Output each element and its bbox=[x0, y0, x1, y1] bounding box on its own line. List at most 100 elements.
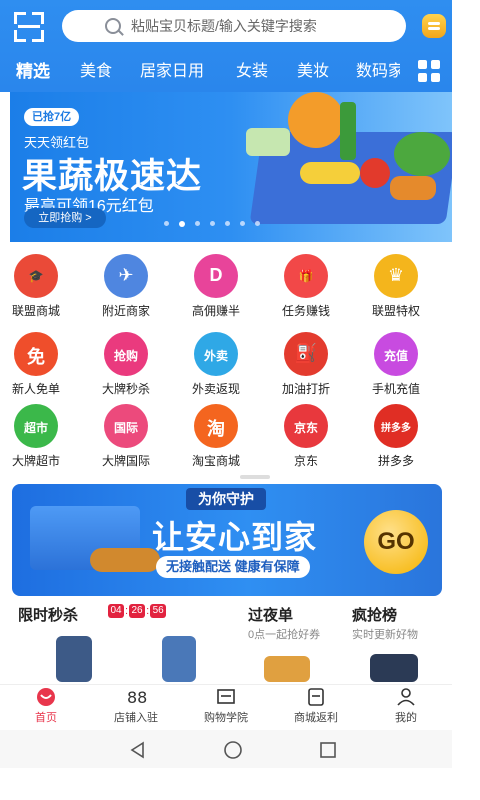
carousel-dot[interactable] bbox=[240, 221, 245, 226]
shop-icon: 88 bbox=[125, 687, 147, 707]
category-glyph: D bbox=[209, 265, 223, 285]
rank-title[interactable]: 疯抢榜 bbox=[352, 604, 397, 625]
phone-topup-icon: 充值 bbox=[374, 332, 418, 376]
banner-cta-button[interactable]: 立即抢购 > bbox=[24, 208, 106, 228]
search-input[interactable] bbox=[129, 17, 363, 35]
header: 精选 美食 居家日用 女装 美妆 数码家 bbox=[0, 0, 452, 92]
category-glyph: 🎓 bbox=[28, 269, 44, 283]
category-tabs: 精选 美食 居家日用 女装 美妆 数码家 bbox=[0, 58, 452, 88]
bottle-image bbox=[340, 102, 356, 160]
category-glyph: ✈ bbox=[118, 265, 134, 285]
category-plane[interactable]: ✈ 附近商家 bbox=[86, 254, 166, 319]
carousel-dot-active[interactable] bbox=[179, 221, 185, 227]
home-circle-icon[interactable] bbox=[222, 740, 244, 760]
timer-hours: 04 bbox=[108, 604, 124, 618]
rebate-icon bbox=[305, 687, 327, 707]
carousel-dot[interactable] bbox=[164, 221, 169, 226]
food-image bbox=[90, 548, 160, 572]
category-label: 高佣赚半 bbox=[191, 304, 240, 318]
promo-top-label: 为你守护 bbox=[186, 488, 266, 510]
tomato-image bbox=[360, 158, 390, 188]
category-gift[interactable]: 🎁 任务赚钱 bbox=[266, 254, 346, 319]
nav-home[interactable]: 首页 bbox=[6, 687, 86, 725]
timer-seconds: 56 bbox=[150, 604, 167, 618]
vegetable-image bbox=[246, 128, 290, 156]
category-label: 外卖返现 bbox=[191, 382, 240, 396]
category-glyph: 充值 bbox=[383, 349, 408, 363]
tab-home-goods[interactable]: 居家日用 bbox=[140, 58, 204, 86]
category-fuel-pump[interactable]: ⛽ 加油打折 bbox=[266, 332, 346, 397]
category-taobao[interactable]: 淘淘宝商城 bbox=[176, 404, 256, 469]
category-d-coin[interactable]: D 高佣赚半 bbox=[176, 254, 256, 319]
category-sale-tag[interactable]: 抢购 大牌秒杀 bbox=[86, 332, 166, 397]
hero-banner[interactable]: 已抢7亿 天天领红包 果蔬极速达 最高可领16元红包 立即抢购 > bbox=[10, 92, 452, 242]
search-bar[interactable] bbox=[62, 10, 406, 42]
category-phone-topup[interactable]: 充值 手机充值 bbox=[356, 332, 436, 397]
tab-featured[interactable]: 精选 bbox=[16, 58, 50, 86]
category-glyph: 淘 bbox=[207, 419, 225, 439]
graduation-cap-icon: 🎓 bbox=[14, 254, 58, 298]
overnight-title[interactable]: 过夜单 bbox=[248, 604, 293, 625]
all-categories-icon[interactable] bbox=[418, 60, 440, 82]
nav-profile[interactable]: 我的 bbox=[366, 687, 446, 725]
category-supermarket[interactable]: 超市 大牌超市 bbox=[0, 404, 76, 469]
category-crown[interactable]: ♛ 联盟特权 bbox=[356, 254, 436, 319]
nav-rebate[interactable]: 商城返利 bbox=[276, 687, 356, 725]
rank-subtitle: 实时更新好物 bbox=[352, 629, 418, 641]
right-gutter bbox=[452, 0, 480, 800]
category-label: 联盟商城 bbox=[11, 304, 60, 318]
category-pinduoduo[interactable]: 拼多多 拼多多 bbox=[356, 404, 436, 469]
promo-go-button[interactable]: GO bbox=[364, 510, 428, 574]
carousel-dot[interactable] bbox=[195, 221, 200, 226]
product-image[interactable] bbox=[370, 654, 418, 682]
flash-sale-title[interactable]: 限时秒杀 bbox=[18, 604, 78, 625]
carousel-dot[interactable] bbox=[255, 221, 260, 226]
category-graduation-cap[interactable]: 🎓 联盟商城 bbox=[0, 254, 76, 319]
svg-text:88: 88 bbox=[127, 688, 147, 707]
category-international[interactable]: 国际 大牌国际 bbox=[86, 404, 166, 469]
message-icon[interactable] bbox=[422, 14, 446, 38]
profile-icon bbox=[395, 687, 417, 707]
product-image[interactable] bbox=[162, 636, 196, 682]
school-icon bbox=[215, 687, 237, 707]
category-glyph: 抢购 bbox=[113, 349, 138, 363]
countdown-timer: 04: 26: 56 bbox=[108, 604, 167, 618]
tab-womens[interactable]: 女装 bbox=[236, 58, 268, 86]
category-label: 加油打折 bbox=[281, 382, 330, 396]
category-takeaway[interactable]: 外卖 外卖返现 bbox=[176, 332, 256, 397]
taobao-icon: 淘 bbox=[194, 404, 238, 448]
fruit-image bbox=[288, 92, 344, 148]
nav-school[interactable]: 购物学院 bbox=[186, 687, 266, 725]
carousel-dot[interactable] bbox=[210, 221, 215, 226]
product-image[interactable] bbox=[56, 636, 92, 682]
d-coin-icon: D bbox=[194, 254, 238, 298]
corn-image bbox=[300, 162, 360, 184]
category-label: 拼多多 bbox=[377, 454, 414, 468]
takeaway-icon: 外卖 bbox=[194, 332, 238, 376]
tab-beauty[interactable]: 美妆 bbox=[297, 58, 329, 86]
plane-icon: ✈ bbox=[104, 254, 148, 298]
category-label: 淘宝商城 bbox=[191, 454, 240, 468]
app-screen: 精选 美食 居家日用 女装 美妆 数码家 已抢7亿 天天领红包 果蔬极速达 最高… bbox=[0, 0, 452, 800]
gift-icon: 🎁 bbox=[284, 254, 328, 298]
tab-digital[interactable]: 数码家 bbox=[356, 58, 400, 86]
nav-shop[interactable]: 88 店铺入驻 bbox=[96, 687, 176, 725]
product-image[interactable] bbox=[264, 656, 310, 682]
tab-food[interactable]: 美食 bbox=[80, 58, 112, 86]
sale-tag-icon: 抢购 bbox=[104, 332, 148, 376]
promo-title: 让安心到家 bbox=[152, 519, 318, 555]
category-label: 附近商家 bbox=[101, 304, 150, 318]
recents-icon[interactable] bbox=[318, 740, 338, 760]
gift-box-icon: 免 bbox=[14, 332, 58, 376]
category-jd[interactable]: 京东 京东 bbox=[266, 404, 346, 469]
nav-label: 购物学院 bbox=[204, 712, 248, 724]
scan-icon[interactable] bbox=[14, 12, 44, 42]
back-icon[interactable] bbox=[128, 740, 148, 760]
bottom-nav: 首页 88 店铺入驻 购物学院 商城返利 我的 bbox=[0, 684, 452, 731]
grid-page-indicator bbox=[240, 475, 270, 479]
carousel-dot[interactable] bbox=[225, 221, 230, 226]
timer-minutes: 26 bbox=[129, 604, 146, 618]
promo-banner[interactable]: 为你守护 让安心到家 无接触配送 健康有保障 GO bbox=[12, 484, 442, 596]
category-glyph: 京东 bbox=[293, 421, 318, 435]
category-gift-box[interactable]: 免新人免单 bbox=[0, 332, 76, 397]
